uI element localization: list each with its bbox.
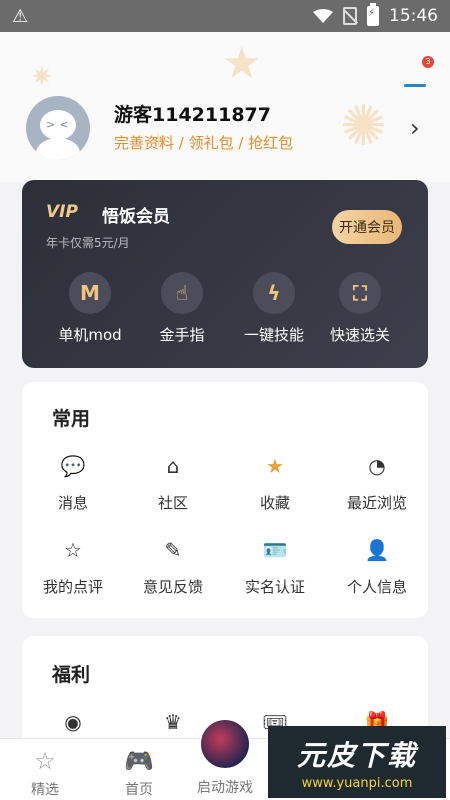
star-outline-icon: ☆: [34, 747, 56, 775]
star-icon: ★: [266, 454, 284, 478]
vip-feature-label: 单机mod: [58, 326, 122, 344]
golden-finger-icon: ☝: [161, 272, 203, 314]
home-icon: ⌂: [166, 454, 180, 478]
nav-item-featured[interactable]: ☆ 精选: [0, 747, 90, 799]
menu-item-recent[interactable]: ◔ 最近浏览: [326, 452, 428, 513]
lightning-icon: ϟ: [253, 272, 295, 314]
m-icon: M: [69, 272, 111, 314]
message-indicator-icon[interactable]: [404, 84, 426, 87]
common-section: 常用 💬 消息 ⌂ 社区 ★ 收藏 ◔ 最近浏览 ☆ 我的点评 ✎ 意见反馈 🪪…: [22, 382, 428, 618]
vip-title: 悟饭会员: [102, 207, 170, 227]
watermark-url: www.yuanpi.com: [301, 775, 413, 791]
user-icon: 👤: [364, 538, 390, 562]
nav-item-launch-game[interactable]: 启动游戏: [180, 773, 270, 797]
profile-links[interactable]: 完善资料 / 领礼包 / 抢红包: [114, 132, 293, 153]
vip-feature-one-key-skill[interactable]: ϟ 一键技能: [228, 272, 320, 345]
vip-card[interactable]: VIP 悟饭会员 年卡仅需5元/月 开通会员 M 单机mod ☝ 金手指 ϟ 一…: [22, 180, 428, 368]
level-select-icon: ⛶: [339, 272, 381, 314]
decorative-sun-icon: ✺: [340, 94, 387, 159]
battery-icon: [367, 3, 379, 26]
launch-game-icon[interactable]: [199, 718, 251, 770]
vip-feature-label: 金手指: [159, 326, 205, 344]
clock-time: 15:46: [389, 6, 438, 26]
message-icon: 💬: [60, 454, 86, 478]
avatar[interactable]: ><: [26, 96, 90, 160]
no-sim-icon: [343, 7, 357, 25]
status-bar: ⚠ 15:46: [0, 0, 450, 32]
open-membership-button[interactable]: 开通会员: [332, 210, 402, 244]
section-title: 福利: [52, 664, 91, 686]
coin-icon: ◉: [64, 710, 82, 734]
section-title: 常用: [52, 408, 91, 430]
menu-item-community[interactable]: ⌂ 社区: [122, 452, 224, 513]
clock-icon: ◔: [368, 454, 386, 478]
vip-feature-label: 一键技能: [243, 326, 304, 344]
chevron-right-icon[interactable]: ›: [410, 114, 420, 142]
menu-item-my-reviews[interactable]: ☆ 我的点评: [22, 536, 124, 597]
feedback-icon: ✎: [164, 538, 182, 562]
vip-feature-label: 快速选关: [329, 326, 390, 344]
gamepad-icon: 🎮: [124, 747, 154, 775]
warning-icon: ⚠: [12, 5, 29, 27]
wifi-icon: [313, 9, 333, 23]
watermark-logo: 元皮下载 www.yuanpi.com: [268, 726, 446, 798]
watermark-brand: 元皮下载: [296, 738, 417, 772]
vip-logo: VIP: [46, 202, 78, 222]
menu-item-personal-info[interactable]: 👤 个人信息: [326, 536, 428, 597]
menu-item-messages[interactable]: 💬 消息: [22, 452, 124, 513]
welfare-item[interactable]: ◉: [22, 708, 124, 736]
profile-header: ★ ✺ ✷ ✶ >< 游客114211877 完善资料 / 领礼包 / 抢红包 …: [0, 32, 450, 182]
vip-subtitle: 年卡仅需5元/月: [46, 236, 130, 250]
crown-icon: ♛: [164, 710, 182, 734]
username[interactable]: 游客114211877: [114, 100, 271, 127]
vip-feature-golden-finger[interactable]: ☝ 金手指: [136, 272, 228, 345]
id-card-icon: 🪪: [262, 538, 288, 562]
menu-item-feedback[interactable]: ✎ 意见反馈: [122, 536, 224, 597]
notification-badge: 3: [422, 56, 434, 68]
vip-feature-mod[interactable]: M 单机mod: [44, 272, 136, 345]
review-icon: ☆: [64, 538, 82, 562]
decorative-sparkle-icon: ✷: [30, 60, 54, 93]
vip-feature-quick-level[interactable]: ⛶ 快速选关: [314, 272, 406, 345]
menu-item-real-name[interactable]: 🪪 实名认证: [224, 536, 326, 597]
nav-item-home[interactable]: 🎮 首页: [94, 747, 184, 799]
decorative-star-icon: ★: [222, 38, 262, 89]
menu-item-favorites[interactable]: ★ 收藏: [224, 452, 326, 513]
